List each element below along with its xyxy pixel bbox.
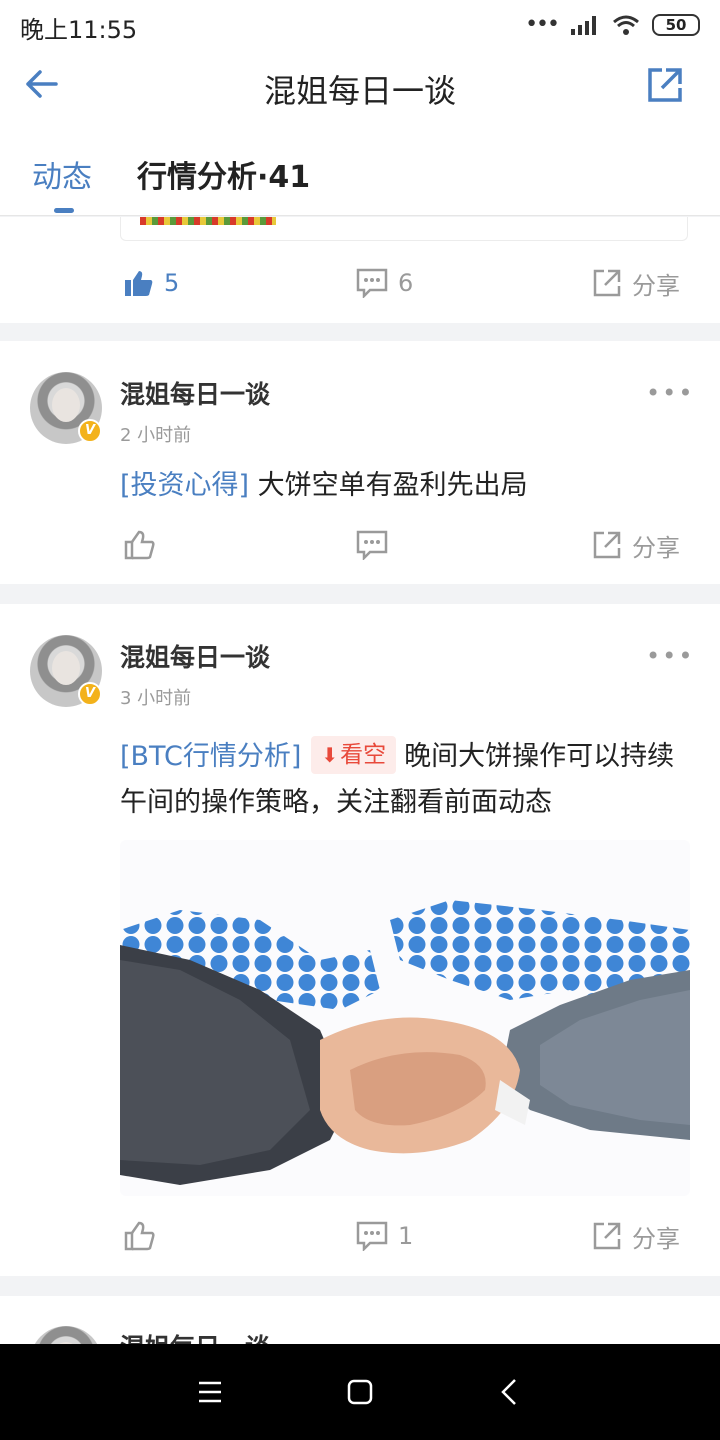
tab-active-indicator [54,208,74,213]
share-label: 分享 [632,533,680,562]
more-options-icon[interactable]: ••• [646,642,694,670]
share-label: 分享 [632,271,680,300]
post-author[interactable]: 混姐每日一谈 [120,638,270,674]
comment-button[interactable] [356,525,388,565]
post-actions: 1 分享 [0,1216,720,1256]
share-icon [593,531,621,559]
comment-icon [356,268,388,298]
post-image[interactable] [140,217,276,225]
status-bar: 晚上11:55 ••• 50 [0,0,720,52]
post-author[interactable]: 混姐每日一谈 [120,375,270,411]
post-image[interactable] [120,840,690,1196]
post-card: V 混姐每日一谈 3 小时前 ••• [BTC行情分析] ⬇看空 晚间大饼操作可以持… [0,604,720,1276]
status-icons: ••• 50 [525,12,700,38]
back-icon[interactable] [490,1372,530,1412]
thumbs-up-filled-icon [125,271,153,296]
more-options-icon[interactable]: ••• [646,379,694,407]
post-text: 大饼空单有盈利先出局 [257,470,528,501]
tab-feed[interactable]: 动态 [32,152,92,196]
handshake-world-map-image [120,840,690,1196]
thumbs-up-icon [124,530,155,560]
comment-icon [356,1221,388,1251]
share-button[interactable]: 分享 [592,525,680,565]
post-actions: 5 6 分享 [0,263,720,303]
top-bar: 混姐每日一谈 [0,52,720,124]
home-icon[interactable] [340,1372,380,1412]
system-nav-bar [0,1344,720,1440]
menu-icon[interactable] [190,1372,230,1412]
like-count: 5 [164,269,180,297]
post-card: 5 6 分享 [0,217,720,323]
post-content[interactable]: [投资心得] 大饼空单有盈利先出局 [120,463,695,509]
share-external-icon[interactable] [646,66,684,104]
share-icon [593,1222,621,1250]
comment-button[interactable]: 1 [356,1216,413,1256]
post-content[interactable]: [BTC行情分析] ⬇看空 晚间大饼操作可以持续午间的操作策略，关注翻看前面动态 [120,734,695,826]
tab-bar: 动态 行情分析·41 [0,124,720,216]
like-button[interactable]: 5 [124,263,179,303]
comment-icon [356,530,388,560]
share-icon [593,269,621,297]
bearish-badge: ⬇看空 [311,736,397,774]
post-time: 2 小时前 [120,425,192,446]
comment-count: 1 [398,1222,414,1250]
comment-button[interactable]: 6 [356,263,413,303]
share-button[interactable]: 分享 [592,1216,680,1256]
share-button[interactable]: 分享 [592,263,680,303]
comment-count: 6 [398,269,414,297]
network-dots-icon: ••• [525,12,560,37]
down-arrow-icon: ⬇ [321,743,339,767]
post-actions: 分享 [0,525,720,565]
post-topic-tag[interactable]: [BTC行情分析] [120,741,301,772]
like-button[interactable] [124,525,156,565]
share-label: 分享 [632,1224,680,1253]
verified-badge-icon: V [78,419,102,443]
battery-indicator: 50 [652,14,700,36]
post-topic-tag[interactable]: [投资心得] [120,470,249,501]
tab-market-analysis[interactable]: 行情分析·41 [137,152,310,196]
like-button[interactable] [124,1216,156,1256]
signal-icon [571,16,596,35]
post-card: V 混姐每日一谈 2 小时前 ••• [投资心得] 大饼空单有盈利先出局 分享 [0,341,720,584]
status-time: 晚上11:55 [20,16,138,44]
post-time: 3 小时前 [120,688,192,709]
thumbs-up-icon [124,1221,155,1251]
verified-badge-icon: V [78,682,102,706]
bearish-label: 看空 [340,742,387,768]
wifi-icon [613,15,639,35]
page-title: 混姐每日一谈 [263,72,456,110]
